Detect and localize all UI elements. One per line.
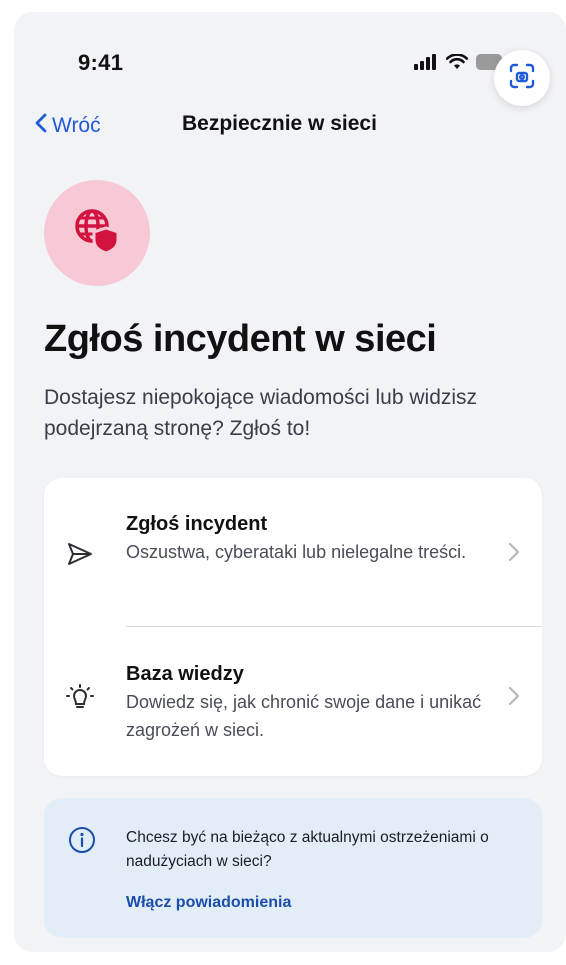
- info-icon: [68, 826, 96, 854]
- lightbulb-icon: [66, 684, 94, 712]
- menu-card: Zgłoś incydent Oszustwa, cyberataki lub …: [44, 478, 542, 776]
- back-button[interactable]: Wróć: [34, 112, 101, 140]
- navigation-bar: Wróć Bezpiecznie w sieci: [14, 112, 566, 152]
- menu-item-text: Zgłoś incydent Oszustwa, cyberataki lub …: [126, 510, 486, 566]
- info-text: Chcesz być na bieżąco z aktualnymi ostrz…: [126, 829, 489, 870]
- chevron-right-icon: [508, 542, 520, 562]
- signal-icon: [414, 54, 438, 75]
- screen-scan-icon: [508, 62, 536, 95]
- menu-item-description: Dowiedz się, jak chronić swoje dane i un…: [126, 692, 482, 740]
- notifications-info-box: Chcesz być na bieżąco z aktualnymi ostrz…: [44, 798, 542, 938]
- chevron-right-icon: [508, 686, 520, 706]
- page-title: Bezpiecznie w sieci: [182, 112, 377, 135]
- hero-icon-badge: [44, 180, 150, 286]
- hero-subtitle: Dostajesz niepokojące wiadomości lub wid…: [44, 386, 478, 440]
- globe-shield-icon: [72, 206, 122, 261]
- menu-item-text: Baza wiedzy Dowiedz się, jak chronić swo…: [126, 660, 486, 744]
- menu-item-title: Zgłoś incydent: [126, 513, 268, 535]
- back-label: Wróć: [52, 114, 101, 137]
- hero-title: Zgłoś incydent w sieci: [44, 318, 437, 360]
- status-bar: 9:41: [14, 12, 566, 106]
- status-icons: [414, 53, 506, 75]
- app-screen: 9:41 Wróć Bezpiecznie w sieci Zgłoś incy…: [14, 12, 566, 952]
- wifi-icon: [445, 53, 469, 75]
- screen-scan-button[interactable]: [494, 50, 550, 106]
- send-icon: [66, 540, 94, 568]
- menu-item-description: Oszustwa, cyberataki lub nielegalne treś…: [126, 542, 467, 562]
- divider: [126, 626, 542, 627]
- menu-item-title: Baza wiedzy: [126, 663, 244, 685]
- menu-item-knowledge-base[interactable]: Baza wiedzy Dowiedz się, jak chronić swo…: [44, 628, 542, 776]
- enable-notifications-link[interactable]: Włącz powiadomienia: [126, 894, 291, 912]
- status-time: 9:41: [78, 50, 124, 75]
- menu-item-report-incident[interactable]: Zgłoś incydent Oszustwa, cyberataki lub …: [44, 478, 542, 627]
- chevron-left-icon: [34, 112, 48, 140]
